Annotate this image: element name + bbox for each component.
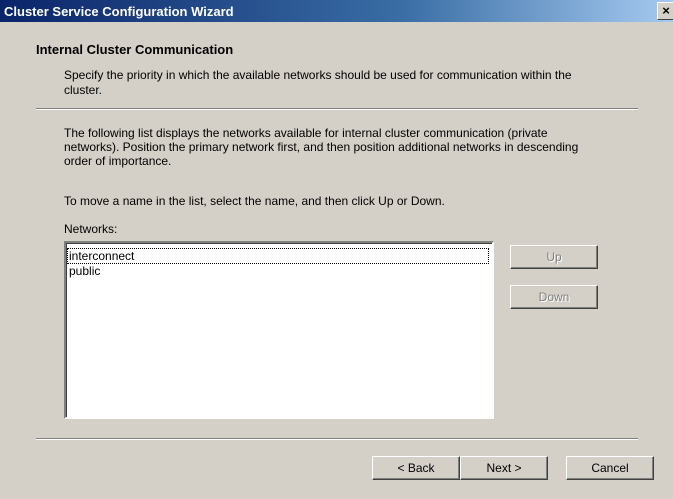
networks-label: Networks:: [64, 222, 118, 236]
footer-divider: [36, 438, 638, 440]
list-item-public[interactable]: public: [68, 264, 488, 278]
close-icon: ×: [662, 3, 670, 18]
networks-listbox[interactable]: interconnect public: [64, 241, 494, 419]
down-button[interactable]: Down: [510, 285, 598, 309]
move-instructions: To move a name in the list, select the n…: [64, 194, 445, 208]
page-title: Internal Cluster Communication: [36, 42, 234, 57]
up-button[interactable]: Up: [510, 245, 598, 269]
networks-description: The following list displays the networks…: [64, 126, 579, 168]
header-divider: [36, 108, 638, 110]
title-bar[interactable]: Cluster Service Configuration Wizard ×: [0, 0, 673, 22]
back-button[interactable]: < Back: [372, 456, 460, 480]
cancel-button[interactable]: Cancel: [566, 456, 654, 480]
page-description: Specify the priority in which the availa…: [64, 68, 572, 97]
list-item-interconnect[interactable]: interconnect: [67, 248, 489, 264]
close-button[interactable]: ×: [657, 2, 673, 20]
next-button[interactable]: Next >: [460, 456, 548, 480]
window-title: Cluster Service Configuration Wizard: [4, 4, 234, 19]
wizard-window: Cluster Service Configuration Wizard × I…: [0, 0, 673, 499]
